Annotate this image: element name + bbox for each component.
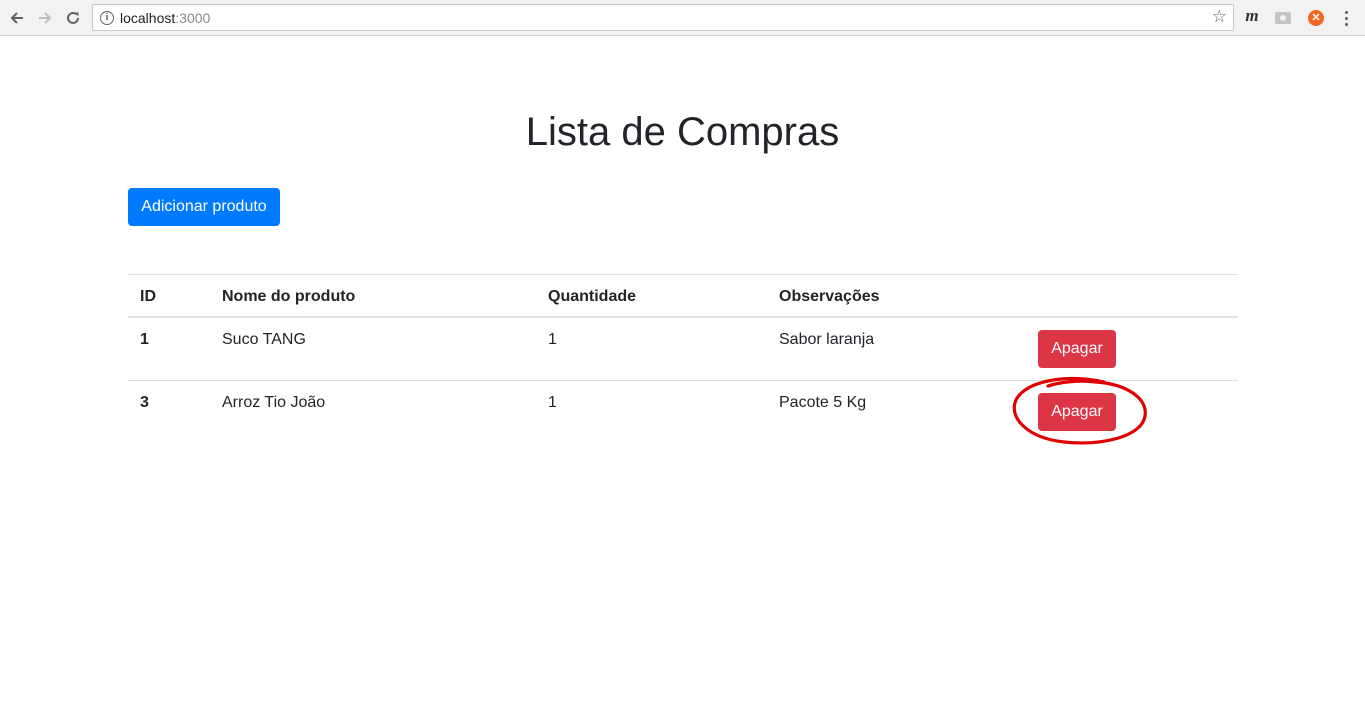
orange-extension-icon[interactable]: ✕	[1306, 8, 1326, 28]
row-quantity: 1	[548, 331, 557, 348]
arrow-left-icon	[10, 12, 23, 24]
back-button[interactable]	[5, 6, 29, 30]
row-quantity: 1	[548, 394, 557, 411]
header-product-name: Nome do produto	[222, 288, 356, 305]
info-icon[interactable]: i	[100, 11, 114, 25]
star-icon[interactable]: ☆	[1212, 8, 1227, 26]
arrow-right-icon	[39, 12, 52, 24]
url-host: localhost	[120, 10, 176, 26]
row-product-name: Arroz Tio João	[222, 394, 326, 411]
header-notes: Observações	[779, 288, 880, 305]
row-product-name: Suco TANG	[222, 331, 306, 348]
table-row: 1 Suco TANG 1 Sabor laranja Apagar	[128, 318, 1238, 381]
header-id: ID	[140, 288, 156, 305]
page-title: Lista de Compras	[525, 110, 840, 154]
row-id: 3	[140, 394, 149, 411]
browser-toolbar: i localhost:3000 ☆ m ✕	[0, 0, 1365, 36]
table-row: 3 Arroz Tio João 1 Pacote 5 Kg Apagar	[128, 381, 1238, 444]
add-product-button[interactable]: Adicionar produto	[128, 188, 280, 226]
reload-button[interactable]	[61, 6, 85, 30]
forward-button[interactable]	[33, 6, 57, 30]
url-text: localhost:3000	[120, 10, 210, 26]
delete-button[interactable]: Apagar	[1038, 330, 1116, 368]
row-notes: Pacote 5 Kg	[779, 394, 867, 411]
row-notes: Sabor laranja	[779, 331, 875, 348]
reload-icon	[67, 11, 79, 24]
delete-button[interactable]: Apagar	[1038, 393, 1116, 431]
m-extension-icon[interactable]: m	[1242, 6, 1262, 26]
address-bar[interactable]: i localhost:3000 ☆	[92, 4, 1234, 31]
table-header-row: ID Nome do produto Quantidade Observaçõe…	[128, 274, 1238, 318]
header-quantity: Quantidade	[548, 288, 637, 305]
url-port: :3000	[175, 10, 211, 26]
shopping-list-table: ID Nome do produto Quantidade Observaçõe…	[128, 274, 1238, 444]
cast-extension-icon[interactable]	[1273, 8, 1293, 28]
row-id: 1	[140, 331, 149, 348]
kebab-menu-icon[interactable]	[1338, 8, 1354, 28]
